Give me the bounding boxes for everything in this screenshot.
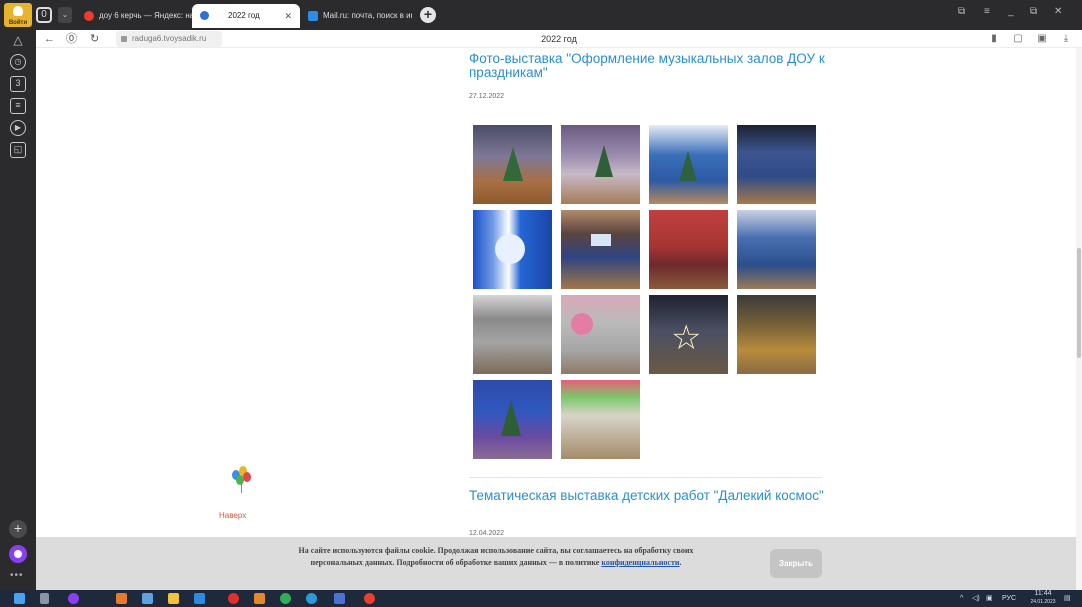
lock-icon — [121, 36, 127, 42]
browser-tab-strip: Войти 0 ⌄ доу 6 керчь — Яндекс: на 2022 … — [0, 0, 1082, 30]
chevron-down-icon[interactable]: ⌄ — [58, 7, 72, 23]
mail-app-icon[interactable] — [194, 593, 205, 604]
menu-icon[interactable]: ≡ — [984, 6, 990, 17]
office-app-icon[interactable] — [116, 593, 127, 604]
files-app-icon[interactable] — [142, 593, 153, 604]
new-tab-button[interactable]: + — [420, 7, 436, 23]
tray-chevron-icon[interactable]: ^ — [960, 593, 963, 604]
network-icon[interactable]: ▣ — [986, 593, 993, 604]
chrome-icon[interactable] — [280, 593, 291, 604]
site-favicon-icon — [200, 11, 209, 21]
close-tab-icon[interactable]: ✕ — [284, 4, 292, 28]
page-content: Фото-выставка "Оформление музыкальных за… — [36, 48, 1076, 537]
tab-2022-active[interactable]: 2022 год ✕ — [192, 4, 300, 28]
tab-yandex-search[interactable]: доу 6 керчь — Яндекс: на — [80, 4, 192, 28]
gallery-photo[interactable] — [737, 125, 816, 204]
close-window-icon[interactable]: ✕ — [1054, 6, 1062, 17]
post-date: 12.04.2022 — [469, 530, 505, 537]
more-dots-icon[interactable]: ••• — [10, 570, 24, 581]
alice-taskbar-icon[interactable] — [68, 593, 79, 604]
gallery-icon[interactable]: ◱ — [10, 142, 26, 158]
windows-start-icon[interactable] — [14, 593, 25, 604]
explorer-icon[interactable] — [168, 593, 179, 604]
history-clock-icon[interactable]: ◷ — [10, 54, 26, 70]
post-date: 27.12.2022 — [469, 93, 505, 100]
user-icon — [13, 6, 23, 16]
gallery-photo[interactable] — [561, 295, 640, 374]
task-view-icon[interactable] — [40, 593, 49, 604]
privacy-policy-link[interactable]: конфиденциальности — [601, 558, 679, 567]
page-scrollbar[interactable] — [1076, 48, 1082, 590]
gallery-photo[interactable] — [561, 125, 640, 204]
gallery-photo[interactable] — [737, 210, 816, 289]
gallery-photo[interactable] — [737, 295, 816, 374]
yandex-y-icon[interactable]: ⓪ — [66, 31, 77, 47]
reader-mode-icon[interactable]: ▢ — [1012, 32, 1024, 45]
downloads-icon[interactable]: ⤓ — [1060, 32, 1072, 45]
windows-taskbar: ^ ◁) ▣ РУС 11:44 24.01.2023 ▤ — [0, 590, 1082, 607]
gallery-photo[interactable] — [561, 210, 640, 289]
tabs-count-button[interactable]: 0 — [36, 7, 52, 23]
keyboard-language[interactable]: РУС — [1002, 593, 1016, 604]
browser-sidebar: △ ◷ 3 ≡ ▶ ◱ + ••• — [0, 30, 36, 590]
cookie-close-button[interactable]: Закрыть — [770, 549, 822, 578]
yandex-favicon-icon — [84, 10, 94, 21]
mail-favicon-icon — [308, 10, 318, 21]
photos-app-icon[interactable] — [334, 593, 345, 604]
reload-icon[interactable]: ↻ — [90, 31, 99, 47]
gallery-photo[interactable] — [649, 125, 728, 204]
edge-icon[interactable] — [306, 593, 317, 604]
post-divider — [469, 477, 822, 478]
minimize-icon[interactable]: _ — [1008, 6, 1014, 17]
app-icon[interactable] — [254, 593, 265, 604]
counter-3-icon[interactable]: 3 — [10, 76, 26, 92]
gallery-photo[interactable] — [473, 210, 552, 289]
notifications-icon[interactable]: ▤ — [1064, 593, 1071, 604]
bookmark-icon[interactable]: ▮ — [988, 32, 1000, 45]
notifications-bell-icon[interactable]: △ — [10, 32, 26, 48]
gallery-photo[interactable]: ☆ — [649, 295, 728, 374]
cookie-text: На сайте используются файлы cookie. Прод… — [298, 546, 694, 567]
gallery-photo[interactable] — [473, 295, 552, 374]
post-title-link[interactable]: Фото-выставка "Оформление музыкальных за… — [469, 52, 829, 80]
add-panel-button[interactable]: + — [9, 520, 27, 538]
back-to-top-link[interactable]: Наверх — [219, 511, 246, 520]
scrollbar-thumb[interactable] — [1077, 248, 1081, 358]
yandex-browser-icon[interactable] — [364, 593, 375, 604]
notes-icon[interactable]: ≡ — [10, 98, 26, 114]
url-field[interactable]: raduga6.tvoysadik.ru — [116, 31, 222, 47]
collections-icon[interactable]: ⧉ — [958, 6, 965, 17]
back-arrow-icon[interactable]: ← — [44, 31, 55, 47]
opera-icon[interactable] — [228, 593, 239, 604]
post-title-link[interactable]: Тематическая выставка детских работ "Дал… — [469, 489, 829, 503]
volume-icon[interactable]: ◁) — [972, 593, 980, 604]
extension-icon[interactable]: ▣ — [1036, 32, 1048, 45]
tab-mailru[interactable]: Mail.ru: почта, поиск в ин — [304, 4, 412, 28]
address-bar: ← ⓪ ↻ raduga6.tvoysadik.ru 2022 год ▮ ▢ … — [36, 30, 1082, 48]
taskbar-clock[interactable]: 11:44 24.01.2023 — [1030, 590, 1056, 606]
cookie-banner: На сайте используются файлы cookie. Прод… — [36, 537, 1076, 590]
yandex-login-badge[interactable]: Войти — [4, 3, 32, 27]
alice-assistant-icon[interactable] — [9, 545, 27, 563]
gallery-photo[interactable] — [561, 380, 640, 459]
gallery-photo[interactable] — [649, 210, 728, 289]
play-icon[interactable]: ▶ — [10, 120, 26, 136]
restore-icon[interactable]: ⧉ — [1030, 6, 1037, 17]
gallery-photo[interactable] — [473, 380, 552, 459]
gallery-photo[interactable] — [473, 125, 552, 204]
balloons-icon[interactable] — [232, 466, 254, 494]
